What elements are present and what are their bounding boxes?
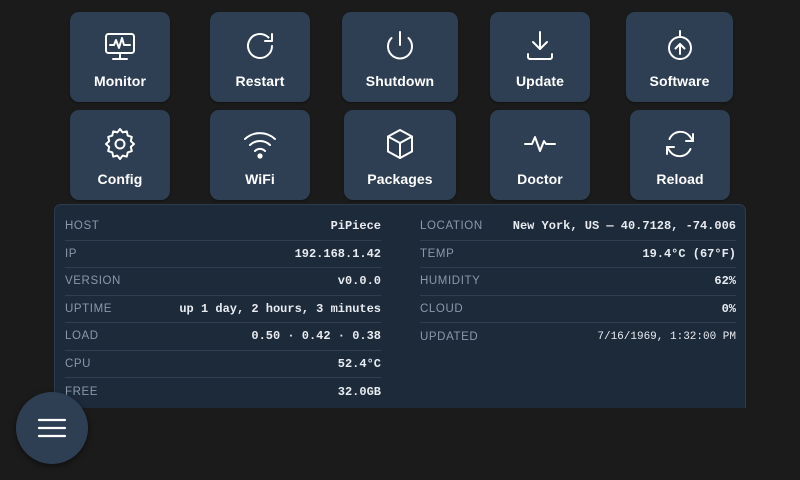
wifi-label: WiFi: [245, 171, 275, 187]
info-value: New York, US — 40.7128, -74.006: [512, 219, 736, 234]
info-value: 192.168.1.42: [294, 246, 381, 261]
info-value: 0%: [721, 301, 736, 316]
info-value: v0.0.0: [337, 274, 381, 289]
info-row-free: FREE 32.0GB: [65, 378, 381, 406]
monitor-icon: [102, 28, 138, 64]
info-key: HOST: [65, 220, 100, 233]
restart-button[interactable]: Restart: [210, 12, 310, 102]
info-value: 19.4°C (67°F): [642, 246, 736, 261]
shutdown-button[interactable]: Shutdown: [342, 12, 458, 102]
info-value: 7/16/1969, 1:32:00 PM: [597, 330, 736, 343]
info-row-ip: IP 192.168.1.42: [65, 241, 381, 268]
packages-button[interactable]: Packages: [344, 110, 456, 200]
reload-label: Reload: [656, 171, 704, 187]
info-value: 0.50 · 0.42 · 0.38: [251, 329, 381, 344]
info-row-cloud: CLOUD 0%: [420, 296, 736, 323]
wifi-button[interactable]: WiFi: [210, 110, 310, 200]
info-row-uptime: UPTIME up 1 day, 2 hours, 3 minutes: [65, 296, 381, 323]
software-label: Software: [649, 73, 710, 89]
info-key: CPU: [65, 357, 92, 370]
info-key: HUMIDITY: [420, 275, 481, 288]
restart-icon: [242, 28, 278, 64]
weather-info-column: LOCATION New York, US — 40.7128, -74.006…: [420, 213, 736, 351]
info-row-updated: UPDATED 7/16/1969, 1:32:00 PM: [420, 323, 736, 351]
shutdown-label: Shutdown: [365, 73, 435, 89]
info-row-cpu: CPU 52.4°C: [65, 351, 381, 378]
info-row-location: LOCATION New York, US — 40.7128, -74.006: [420, 213, 736, 241]
info-row-host: HOST PiPiece: [65, 213, 381, 241]
config-label: Config: [97, 171, 143, 187]
info-key: VERSION: [65, 275, 121, 288]
pulse-icon: [522, 126, 558, 162]
info-value: 62%: [714, 274, 736, 289]
menu-button[interactable]: [16, 392, 88, 464]
restart-label: Restart: [235, 73, 285, 89]
info-value: up 1 day, 2 hours, 3 minutes: [179, 301, 381, 316]
config-button[interactable]: Config: [70, 110, 170, 200]
reload-button[interactable]: Reload: [630, 110, 730, 200]
info-row-version: VERSION v0.0.0: [65, 268, 381, 296]
system-info-column: HOST PiPiece IP 192.168.1.42 VERSION v0.…: [65, 213, 381, 406]
info-key: UPTIME: [65, 302, 113, 315]
info-key: UPDATED: [420, 330, 479, 343]
info-row-humidity: HUMIDITY 62%: [420, 268, 736, 296]
doctor-button[interactable]: Doctor: [490, 110, 590, 200]
dashboard-screen: Monitor Restart Shutdown Update Software…: [0, 0, 800, 480]
hamburger-menu-icon: [37, 418, 67, 438]
software-icon: [662, 28, 698, 64]
update-label: Update: [515, 73, 565, 89]
monitor-label: Monitor: [93, 73, 147, 89]
info-value: 52.4°C: [337, 356, 381, 371]
software-button[interactable]: Software: [626, 12, 733, 102]
update-button[interactable]: Update: [490, 12, 590, 102]
gear-icon: [102, 126, 138, 162]
info-value: 32.0GB: [337, 384, 381, 399]
info-key: TEMP: [420, 247, 455, 260]
power-icon: [382, 28, 418, 64]
packages-label: Packages: [367, 171, 433, 187]
package-icon: [382, 126, 418, 162]
info-key: CLOUD: [420, 302, 464, 315]
doctor-label: Doctor: [517, 171, 563, 187]
reload-icon: [662, 126, 698, 162]
info-key: LOCATION: [420, 220, 483, 233]
info-row-load: LOAD 0.50 · 0.42 · 0.38: [65, 323, 381, 351]
info-key: LOAD: [65, 330, 99, 343]
download-icon: [522, 28, 558, 64]
info-key: IP: [65, 247, 78, 260]
wifi-icon: [242, 126, 278, 162]
info-value: PiPiece: [330, 219, 381, 234]
info-row-temp: TEMP 19.4°C (67°F): [420, 241, 736, 268]
monitor-button[interactable]: Monitor: [70, 12, 170, 102]
system-info-panel: HOST PiPiece IP 192.168.1.42 VERSION v0.…: [54, 204, 746, 408]
